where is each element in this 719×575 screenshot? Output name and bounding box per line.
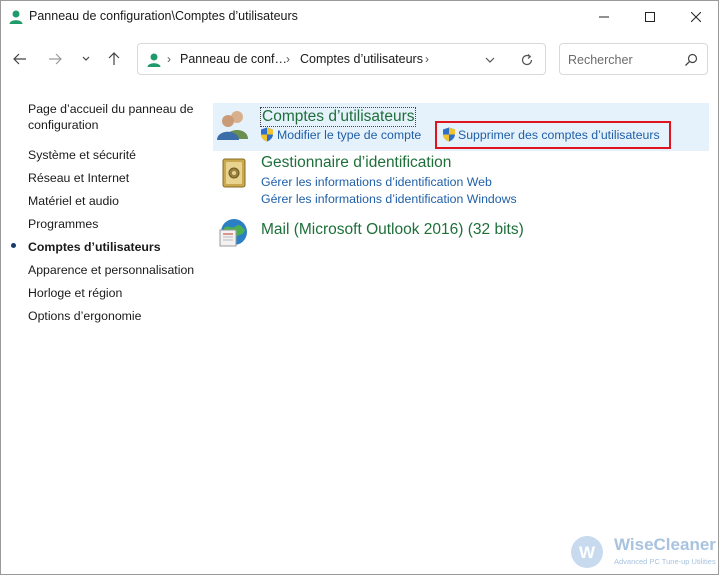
sidebar-item-programs[interactable]: Programmes [28, 216, 198, 232]
chevron-right-icon[interactable]: › [286, 52, 290, 66]
svg-text:W: W [579, 543, 596, 562]
wisecleaner-logo: W [571, 536, 603, 568]
control-panel-window: Panneau de configuration\Comptes d’utili… [0, 0, 719, 575]
watermark-tagline: Advanced PC Tune-up Utilities [614, 557, 716, 566]
sidebar-item-hardware-sound[interactable]: Matériel et audio [28, 193, 198, 209]
change-account-type-link[interactable]: Modifier le type de compte [277, 128, 421, 142]
maximize-icon [645, 12, 655, 22]
chevron-down-icon[interactable] [481, 52, 499, 68]
chevron-right-icon[interactable]: › [425, 52, 429, 66]
active-indicator [11, 243, 16, 248]
breadcrumb-user-accounts[interactable]: Comptes d’utilisateurs [300, 52, 423, 66]
arrow-up-icon [108, 52, 120, 65]
category-credential-manager-title[interactable]: Gestionnaire d’identification [261, 154, 451, 172]
sidebar-item-label: configuration [28, 118, 99, 132]
category-mail-title[interactable]: Mail (Microsoft Outlook 2016) (32 bits) [261, 221, 524, 239]
user-accounts-icon [147, 53, 161, 67]
minimize-icon [599, 16, 609, 18]
chevron-right-icon: › [167, 52, 171, 66]
title-bar: Panneau de configuration\Comptes d’utili… [1, 1, 718, 33]
manage-windows-credentials-link[interactable]: Gérer les informations d’identification … [261, 192, 517, 206]
sidebar-item-network-internet[interactable]: Réseau et Internet [28, 170, 198, 186]
sidebar-item-label: Page d’accueil du panneau de [28, 102, 194, 116]
forward-button[interactable] [43, 47, 67, 71]
address-bar[interactable]: › Panneau de conf… › Comptes d’utilisate… [137, 43, 546, 75]
category-user-accounts-title[interactable]: Comptes d’utilisateurs [260, 107, 417, 127]
back-button[interactable] [8, 47, 32, 71]
search-icon[interactable] [684, 53, 698, 67]
chevron-down-icon [82, 56, 90, 61]
sidebar-item-appearance[interactable]: Apparence et personnalisation [28, 262, 198, 278]
sidebar-item-clock-region[interactable]: Horloge et région [28, 285, 198, 301]
search-input[interactable] [568, 50, 680, 70]
up-button[interactable] [102, 47, 126, 71]
sidebar-item-ease-of-access[interactable]: Options d’ergonomie [28, 308, 198, 324]
breadcrumb-control-panel[interactable]: Panneau de conf… [180, 52, 287, 66]
user-accounts-icon [217, 111, 248, 140]
watermark-name: WiseCleaner [614, 535, 716, 554]
refresh-icon[interactable] [518, 52, 536, 68]
mail-icon [219, 219, 247, 247]
close-button[interactable] [673, 1, 719, 33]
arrow-left-icon [13, 53, 26, 65]
arrow-right-icon [49, 53, 62, 65]
close-icon [691, 12, 701, 22]
sidebar-item-user-accounts[interactable]: Comptes d’utilisateurs [28, 239, 198, 255]
navigation-bar: › Panneau de conf… › Comptes d’utilisate… [1, 39, 718, 79]
search-box[interactable] [559, 43, 708, 75]
window-title: Panneau de configuration\Comptes d’utili… [29, 9, 298, 23]
credential-manager-icon [222, 158, 246, 188]
user-accounts-icon [9, 10, 23, 24]
sidebar-item-system-security[interactable]: Système et sécurité [28, 147, 198, 163]
annotation-highlight-box [435, 121, 671, 149]
sidebar-item-home[interactable]: Page d’accueil du panneau de configurati… [28, 101, 198, 133]
minimize-button[interactable] [581, 1, 627, 33]
maximize-button[interactable] [627, 1, 673, 33]
uac-shield-icon [261, 127, 273, 142]
recent-locations-button[interactable] [74, 47, 98, 71]
watermark: W WiseCleaner Advanced PC Tune-up Utilit… [570, 531, 718, 573]
manage-web-credentials-link[interactable]: Gérer les informations d’identification … [261, 175, 492, 189]
